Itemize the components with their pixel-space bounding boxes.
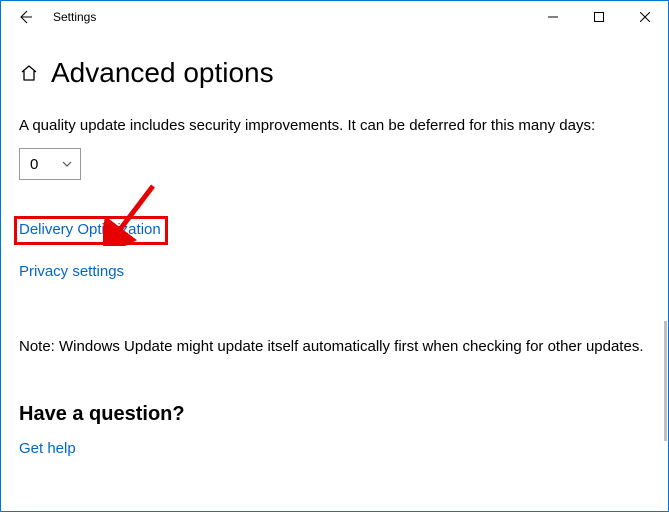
home-button[interactable] (19, 63, 39, 83)
privacy-settings-link[interactable]: Privacy settings (19, 263, 124, 280)
maximize-button[interactable] (576, 1, 622, 33)
delivery-optimization-link[interactable]: Delivery Optimization (19, 221, 161, 238)
defer-description: A quality update includes security impro… (19, 117, 650, 134)
chevron-down-icon (62, 159, 72, 169)
page-title: Advanced options (51, 57, 274, 89)
have-a-question-heading: Have a question? (19, 403, 650, 426)
minimize-icon (548, 12, 558, 22)
back-button[interactable] (1, 1, 49, 33)
window-title: Settings (53, 10, 96, 24)
scrollbar[interactable] (664, 321, 667, 441)
maximize-icon (594, 12, 604, 22)
home-icon (19, 63, 39, 83)
titlebar: Settings (1, 1, 668, 33)
update-note: Note: Windows Update might update itself… (19, 338, 650, 355)
close-button[interactable] (622, 1, 668, 33)
defer-days-value: 0 (30, 156, 38, 173)
settings-window: Settings Advanced options A quality upda… (0, 0, 669, 512)
defer-days-select[interactable]: 0 (19, 148, 81, 180)
get-help-link[interactable]: Get help (19, 440, 76, 457)
page-header: Advanced options (19, 57, 650, 89)
content-area: Advanced options A quality update includ… (1, 33, 668, 511)
back-arrow-icon (17, 9, 33, 25)
window-controls (530, 1, 668, 33)
delivery-optimization-highlight: Delivery Optimization (14, 216, 168, 245)
close-icon (640, 12, 650, 22)
minimize-button[interactable] (530, 1, 576, 33)
